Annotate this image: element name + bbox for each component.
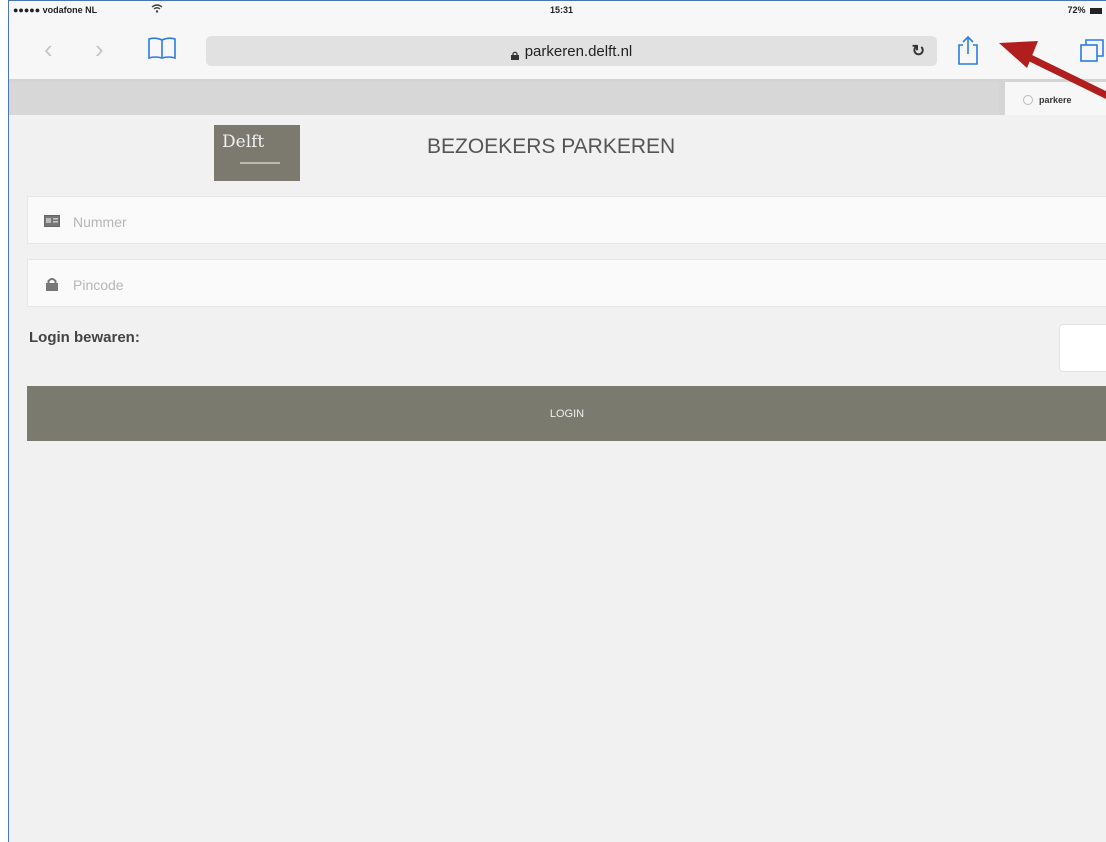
battery-icon bbox=[1090, 7, 1102, 14]
browser-toolbar: ‹ › parkeren.delft.nl ↻ bbox=[9, 19, 1106, 79]
tab-strip: parkere bbox=[9, 79, 1106, 115]
pincode-field[interactable] bbox=[27, 259, 1106, 307]
reload-icon[interactable]: ↻ bbox=[912, 41, 925, 61]
pincode-input[interactable] bbox=[71, 272, 975, 298]
url-text: parkeren.delft.nl bbox=[524, 43, 633, 60]
forward-icon[interactable]: › bbox=[95, 36, 104, 62]
logo-text: Delft bbox=[222, 132, 265, 152]
clock-label: 15:31 bbox=[550, 5, 574, 15]
login-button[interactable]: LOGIN bbox=[27, 386, 1106, 441]
bookmarks-icon[interactable] bbox=[146, 35, 178, 61]
share-icon[interactable] bbox=[955, 34, 981, 66]
carrier-label: ●●●●● vodafone NL bbox=[13, 5, 98, 15]
annotation-arrow-icon bbox=[999, 41, 1106, 99]
wifi-icon bbox=[151, 4, 163, 15]
tab-strip-background bbox=[9, 82, 999, 115]
address-bar[interactable]: parkeren.delft.nl ↻ bbox=[206, 36, 937, 66]
logo-tagline-mark bbox=[240, 162, 280, 164]
id-card-icon bbox=[44, 214, 60, 227]
delft-logo: Delft bbox=[214, 125, 300, 181]
back-icon[interactable]: ‹ bbox=[44, 36, 53, 62]
remember-login-toggle[interactable] bbox=[1059, 324, 1106, 372]
number-field[interactable] bbox=[27, 196, 1106, 244]
number-input[interactable] bbox=[71, 209, 975, 235]
page-title: BEZOEKERS PARKEREN bbox=[427, 135, 676, 158]
lock-icon bbox=[510, 47, 519, 60]
status-bar: ●●●●● vodafone NL 15:31 72% bbox=[9, 1, 1106, 19]
lock-icon bbox=[44, 277, 60, 291]
remember-login-label: Login bewaren: bbox=[29, 329, 140, 346]
browser-window: ●●●●● vodafone NL 15:31 72% ‹ › parkeren… bbox=[8, 0, 1106, 842]
battery-percent: 72% bbox=[1067, 5, 1086, 15]
battery-status: 72% bbox=[1067, 5, 1102, 15]
